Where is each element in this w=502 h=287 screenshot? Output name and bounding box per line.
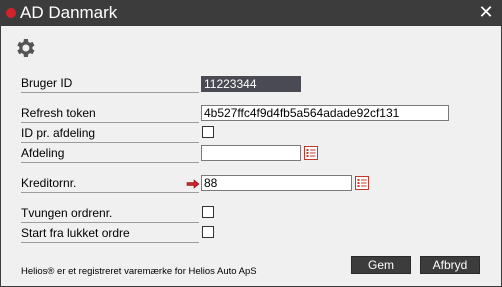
- afdeling-input[interactable]: [201, 145, 301, 161]
- tvungen-ordrenr-label: Tvungen ordrenr.: [21, 206, 199, 223]
- dialog-window: AD Danmark ✕ Bruger ID 11223344 Refresh …: [0, 0, 502, 287]
- dialog-body: Bruger ID 11223344 Refresh token 4b527ff…: [1, 26, 501, 286]
- refresh-token-input[interactable]: 4b527ffc4f9d4fb5a564adade92cf131: [201, 105, 449, 121]
- tvungen-ordrenr-checkbox[interactable]: [202, 206, 214, 218]
- refresh-token-label: Refresh token: [21, 106, 199, 123]
- kreditornr-input[interactable]: 88: [201, 175, 352, 191]
- kreditornr-label: Kreditornr.: [21, 176, 199, 193]
- start-fra-lukket-ordre-checkbox[interactable]: [202, 226, 214, 238]
- list-picker-icon[interactable]: [304, 146, 318, 160]
- list-picker-icon[interactable]: [355, 176, 369, 190]
- afdeling-label: Afdeling: [21, 146, 199, 163]
- bruger-id-label: Bruger ID: [21, 76, 199, 93]
- id-pr-afdeling-label: ID pr. afdeling: [21, 126, 199, 143]
- window-title: AD Danmark: [20, 3, 118, 22]
- id-pr-afdeling-checkbox[interactable]: [202, 126, 214, 138]
- bruger-id-field: 11223344: [201, 76, 301, 92]
- gear-icon[interactable]: [13, 36, 37, 60]
- trademark-notice: Helios® er et registreret varemærke for …: [21, 266, 257, 277]
- save-button[interactable]: Gem: [351, 256, 411, 274]
- arrow-right-icon: [186, 179, 200, 189]
- start-fra-lukket-ordre-label: Start fra lukket ordre: [21, 226, 199, 243]
- close-button[interactable]: ✕: [478, 2, 494, 22]
- cancel-button[interactable]: Afbryd: [420, 256, 480, 274]
- title-bar[interactable]: AD Danmark ✕: [0, 0, 502, 26]
- app-icon: [6, 8, 16, 18]
